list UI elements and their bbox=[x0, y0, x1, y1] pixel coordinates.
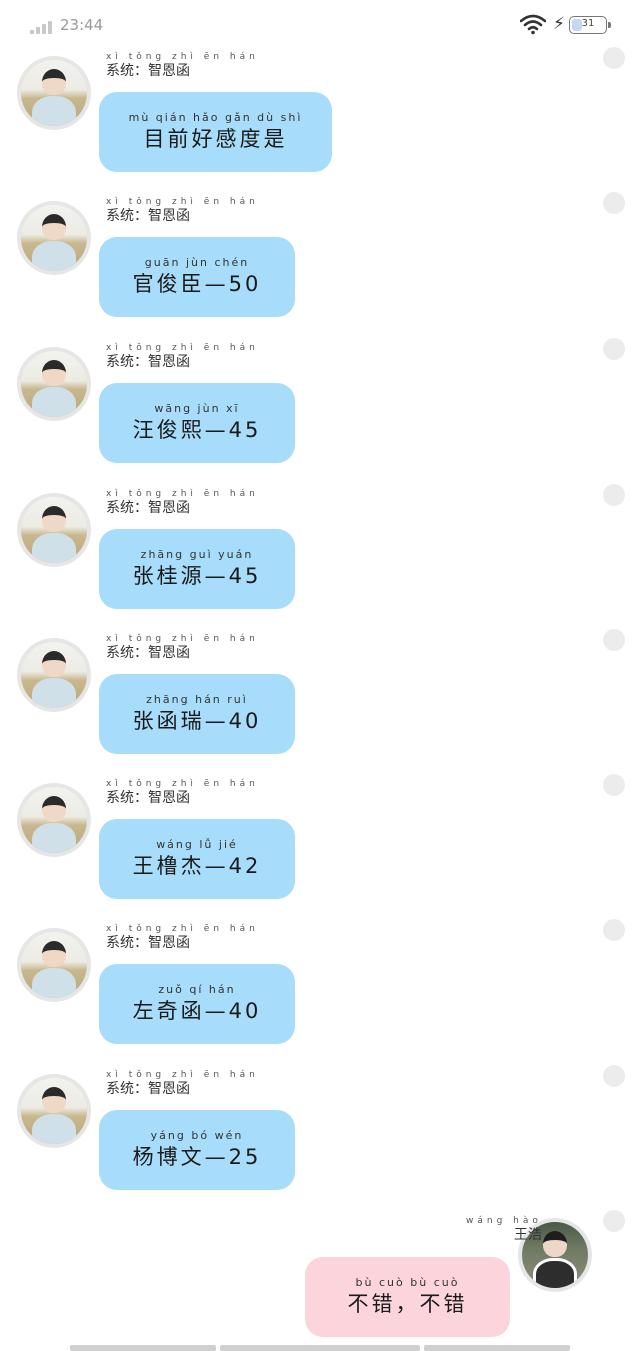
sender-name: xì tǒng zhì ēn hán 系统：智恩函 bbox=[106, 489, 259, 516]
bubble-text: 左奇函—40 bbox=[132, 999, 262, 1023]
avatar[interactable] bbox=[17, 928, 91, 1002]
bubble-text: 官俊臣—50 bbox=[132, 272, 262, 296]
avatar[interactable] bbox=[17, 493, 91, 567]
sender-name: xì tǒng zhì ēn hán 系统：智恩函 bbox=[106, 343, 259, 370]
status-time: 23:44 bbox=[60, 16, 104, 34]
chat-message[interactable]: xì tǒng zhì ēn hán 系统：智恩函 wāng jùn xī 汪俊熙—… bbox=[0, 338, 640, 488]
chat-message[interactable]: xì tǒng zhì ēn hán 系统：智恩函 guān jùn chén 官俊… bbox=[0, 192, 640, 342]
avatar[interactable] bbox=[17, 783, 91, 857]
bubble-text: 张桂源—45 bbox=[132, 564, 262, 588]
message-bubble[interactable]: zhāng hán ruì 张函瑞—40 bbox=[99, 674, 295, 754]
wifi-icon bbox=[520, 14, 546, 35]
message-bubble[interactable]: wāng jùn xī 汪俊熙—45 bbox=[99, 383, 295, 463]
select-radio[interactable] bbox=[603, 192, 625, 214]
select-radio[interactable] bbox=[603, 1210, 625, 1232]
battery-icon: 31 bbox=[569, 16, 611, 34]
select-radio[interactable] bbox=[603, 1065, 625, 1087]
charging-icon: ⚡ bbox=[553, 14, 565, 34]
select-radio[interactable] bbox=[603, 774, 625, 796]
message-bubble[interactable]: wáng lǚ jié 王橹杰—42 bbox=[99, 819, 295, 899]
bubble-pinyin: zuǒ qí hán bbox=[158, 983, 236, 996]
avatar[interactable] bbox=[17, 56, 91, 130]
chat-message[interactable]: xì tǒng zhì ēn hán 系统：智恩函 yáng bó wén 杨博文—… bbox=[0, 1065, 640, 1215]
sender-name: xì tǒng zhì ēn hán 系统：智恩函 bbox=[106, 52, 259, 79]
signal-icon bbox=[30, 18, 56, 34]
message-bubble[interactable]: mù qián hǎo gǎn dù shì 目前好感度是 bbox=[99, 92, 332, 172]
chat-message[interactable]: xì tǒng zhì ēn hán 系统：智恩函 zhāng hán ruì 张函… bbox=[0, 629, 640, 779]
message-bubble[interactable]: yáng bó wén 杨博文—25 bbox=[99, 1110, 295, 1190]
chat-message[interactable]: xì tǒng zhì ēn hán 系统：智恩函 wáng lǚ jié 王橹杰—… bbox=[0, 774, 640, 924]
message-bubble[interactable]: zhāng guì yuán 张桂源—45 bbox=[99, 529, 295, 609]
bubble-text: 张函瑞—40 bbox=[132, 709, 262, 733]
bubble-text: 不错，不错 bbox=[347, 1292, 468, 1316]
status-bar: 23:44 ⚡ 31 bbox=[0, 0, 640, 50]
avatar[interactable] bbox=[17, 347, 91, 421]
select-radio[interactable] bbox=[603, 919, 625, 941]
bubble-pinyin: bù cuò bù cuò bbox=[355, 1276, 460, 1289]
bubble-pinyin: wáng lǚ jié bbox=[156, 838, 238, 851]
select-radio[interactable] bbox=[603, 47, 625, 69]
message-bubble[interactable]: bù cuò bù cuò 不错，不错 bbox=[305, 1257, 510, 1337]
battery-percent: 31 bbox=[581, 18, 595, 29]
select-radio[interactable] bbox=[603, 484, 625, 506]
bubble-text: 王橹杰—42 bbox=[132, 854, 262, 878]
bubble-pinyin: guān jùn chén bbox=[144, 256, 250, 269]
bubble-pinyin: yáng bó wén bbox=[150, 1129, 244, 1142]
select-radio[interactable] bbox=[603, 338, 625, 360]
avatar[interactable] bbox=[17, 201, 91, 275]
chat-message[interactable]: xì tǒng zhì ēn hán 系统：智恩函 zhāng guì yuán 张… bbox=[0, 484, 640, 634]
bubble-pinyin: wāng jùn xī bbox=[154, 402, 240, 415]
sender-name: xì tǒng zhì ēn hán 系统：智恩函 bbox=[106, 1070, 259, 1097]
message-bubble[interactable]: zuǒ qí hán 左奇函—40 bbox=[99, 964, 295, 1044]
select-radio[interactable] bbox=[603, 629, 625, 651]
bubble-pinyin: zhāng guì yuán bbox=[140, 548, 254, 561]
sender-name: wáng hào 王浩 bbox=[466, 1216, 542, 1243]
bubble-pinyin: zhāng hán ruì bbox=[146, 693, 248, 706]
bubble-text: 目前好感度是 bbox=[143, 127, 288, 151]
chat-message[interactable]: xì tǒng zhì ēn hán 系统：智恩函 zuǒ qí hán 左奇函—4… bbox=[0, 919, 640, 1069]
message-bubble[interactable]: guān jùn chén 官俊臣—50 bbox=[99, 237, 295, 317]
avatar[interactable] bbox=[17, 638, 91, 712]
chat-message-self[interactable]: wáng hào 王浩 bù cuò bù cuò 不错，不错 bbox=[0, 1210, 640, 1351]
bubble-pinyin: mù qián hǎo gǎn dù shì bbox=[128, 111, 303, 124]
sender-name: xì tǒng zhì ēn hán 系统：智恩函 bbox=[106, 924, 259, 951]
avatar[interactable] bbox=[17, 1074, 91, 1148]
sender-name: xì tǒng zhì ēn hán 系统：智恩函 bbox=[106, 779, 259, 806]
bubble-text: 杨博文—25 bbox=[132, 1145, 262, 1169]
sender-name: xì tǒng zhì ēn hán 系统：智恩函 bbox=[106, 634, 259, 661]
bottom-toolbar bbox=[70, 1345, 570, 1351]
bubble-text: 汪俊熙—45 bbox=[132, 418, 262, 442]
sender-name: xì tǒng zhì ēn hán 系统：智恩函 bbox=[106, 197, 259, 224]
chat-message[interactable]: xì tǒng zhì ēn hán 系统：智恩函 mù qián hǎo gǎn… bbox=[0, 47, 640, 197]
